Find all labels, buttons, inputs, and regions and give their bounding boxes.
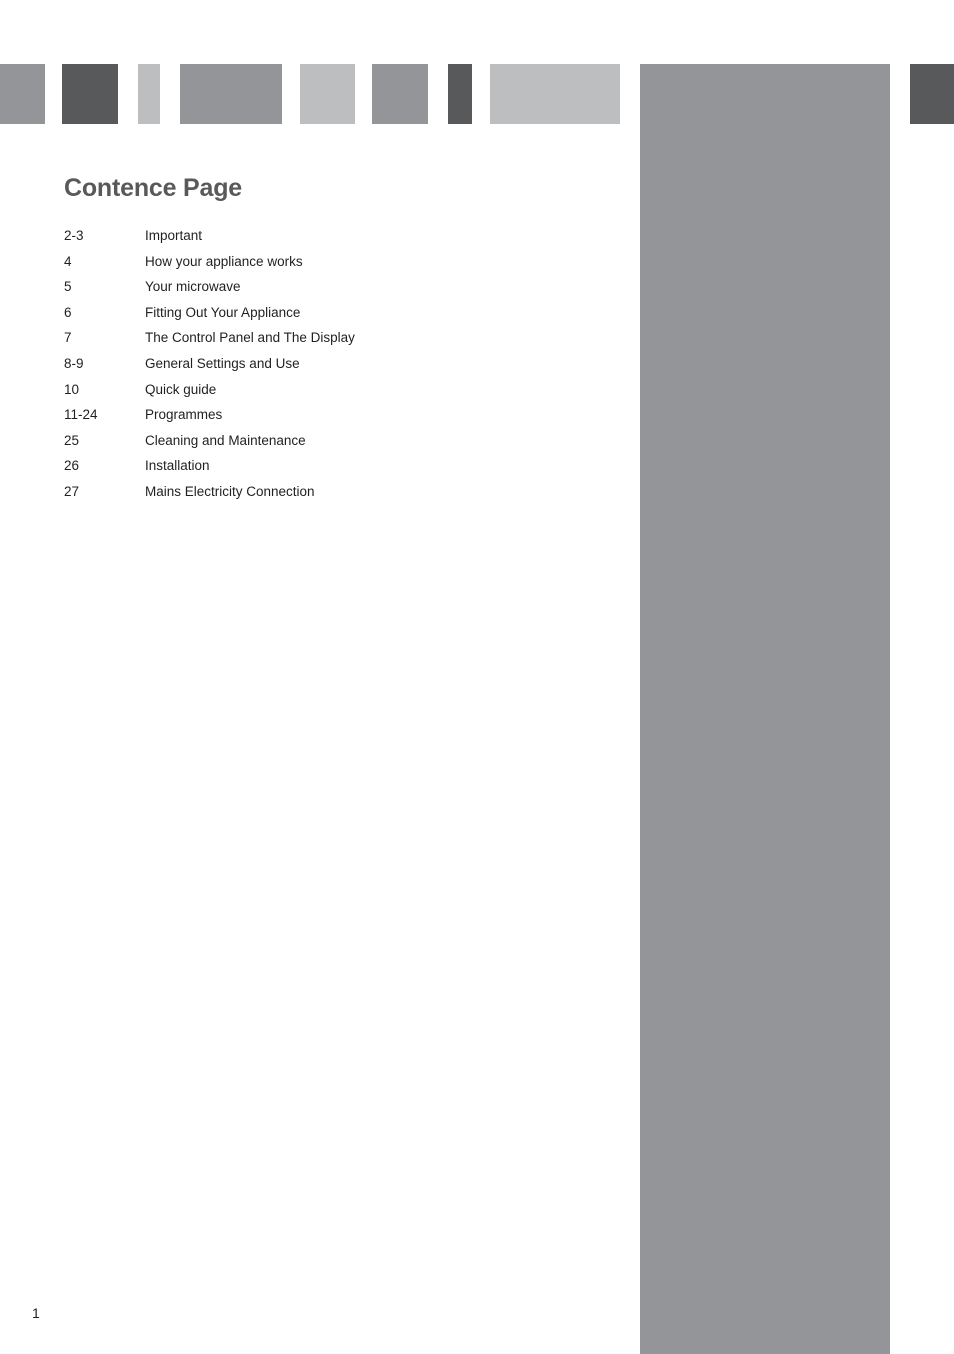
toc-entry-pages: 8-9 xyxy=(64,355,84,371)
toc-entry[interactable]: 4 How your appliance works xyxy=(64,254,604,280)
toc-entry-pages: 6 xyxy=(64,304,72,320)
toc-entry-pages: 11-24 xyxy=(64,407,98,423)
toc-entry-title: General Settings and Use xyxy=(145,355,300,371)
toc-entry-pages: 27 xyxy=(64,483,80,499)
toc-entry-pages: 25 xyxy=(64,432,80,448)
toc-entry[interactable]: 7 The Control Panel and The Display xyxy=(64,330,604,356)
toc-entry-pages: 4 xyxy=(64,253,72,269)
toc-entry-title: Important xyxy=(145,228,203,243)
header-bar-7 xyxy=(448,64,472,124)
toc-entry-title: Cleaning and Maintenance xyxy=(145,432,306,448)
toc-entry[interactable]: 5 Your microwave xyxy=(64,279,604,305)
toc-entry-title: The Control Panel and The Display xyxy=(145,330,355,346)
page-number: 1 xyxy=(32,1305,40,1321)
header-bar-6 xyxy=(372,64,428,124)
toc-entry[interactable]: 2-3 Important xyxy=(64,228,604,254)
toc-entry-title: Your microwave xyxy=(145,279,241,295)
header-bar-4 xyxy=(180,64,282,124)
toc-entry-title: How your appliance works xyxy=(145,253,303,269)
document-page: Contence Page 2-3 Important 4 How your a… xyxy=(0,0,954,1354)
toc-entry-pages: 5 xyxy=(64,279,72,295)
header-bar-5 xyxy=(300,64,355,124)
toc-entry-pages: 2-3 xyxy=(64,228,84,243)
header-bar-9 xyxy=(910,64,954,124)
toc-entry[interactable]: 26 Installation xyxy=(64,458,604,484)
toc-entry[interactable]: 8-9 General Settings and Use xyxy=(64,356,604,382)
header-bar-8 xyxy=(490,64,620,124)
header-bar-1 xyxy=(0,64,45,124)
toc-entry-pages: 10 xyxy=(64,381,80,397)
toc-entry-title: Quick guide xyxy=(145,381,217,397)
toc-entry-title: Fitting Out Your Appliance xyxy=(145,304,301,320)
toc-entry[interactable]: 27 Mains Electricity Connection xyxy=(64,484,604,510)
toc-entry[interactable]: 10 Quick guide xyxy=(64,382,604,408)
header-bar-2 xyxy=(62,64,118,124)
toc-entry-title: Mains Electricity Connection xyxy=(145,483,315,499)
toc-entry[interactable]: 11-24 Programmes xyxy=(64,407,604,433)
toc-entry[interactable]: 6 Fitting Out Your Appliance xyxy=(64,305,604,331)
header-bar-3 xyxy=(138,64,160,124)
toc-entry[interactable]: 25 Cleaning and Maintenance xyxy=(64,433,604,459)
table-of-contents: 2-3 Important 4 How your appliance works… xyxy=(64,228,604,510)
side-panel-decoration xyxy=(640,64,890,1354)
page-title: Contence Page xyxy=(64,174,243,202)
toc-entry-pages: 26 xyxy=(64,458,80,474)
toc-entry-pages: 7 xyxy=(64,330,72,346)
toc-entry-title: Installation xyxy=(145,458,210,474)
toc-entry-title: Programmes xyxy=(145,407,223,423)
